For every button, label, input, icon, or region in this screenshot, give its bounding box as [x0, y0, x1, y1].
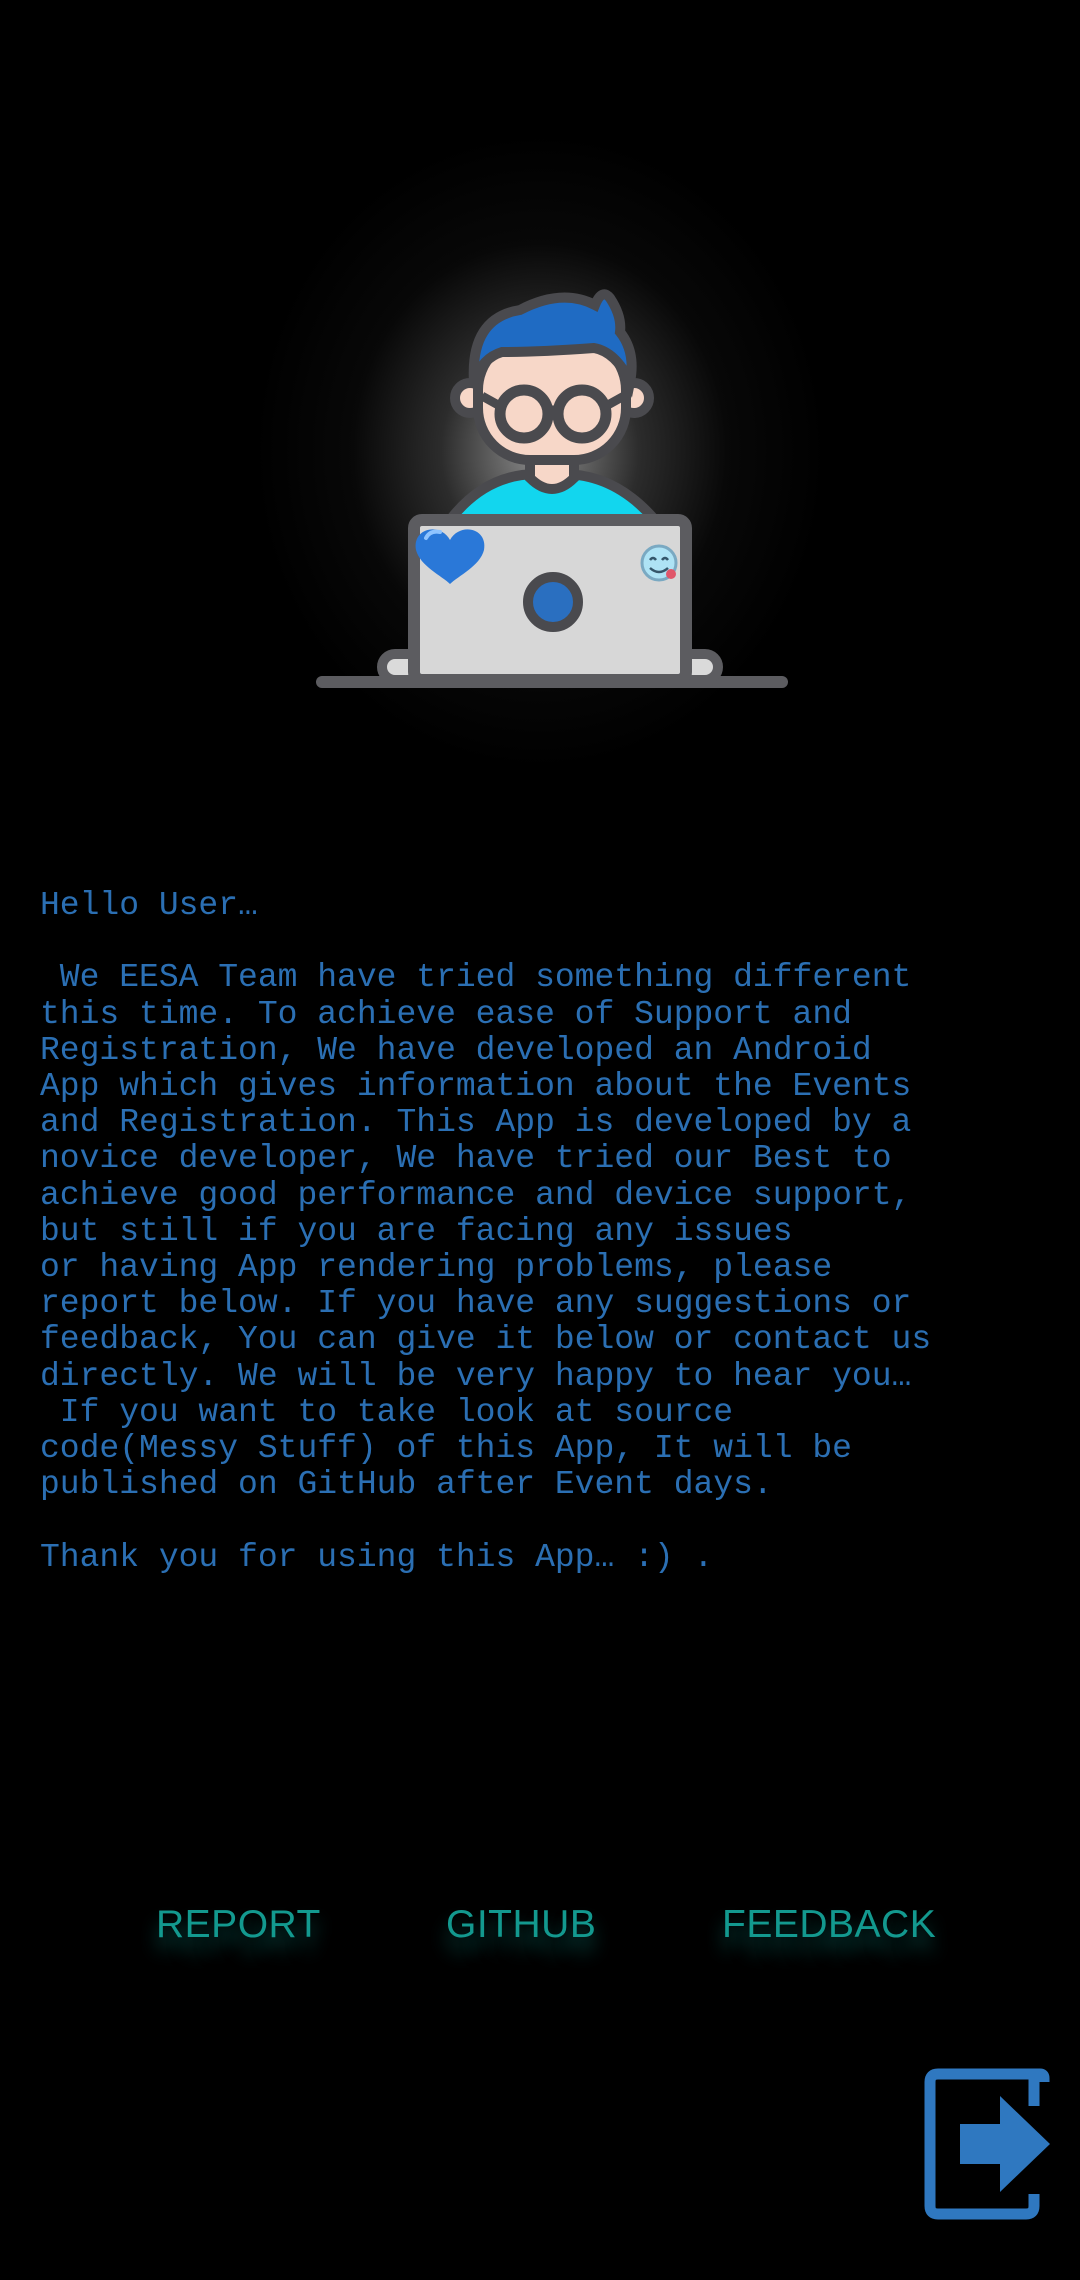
feedback-button[interactable]: FEEDBACK: [722, 1895, 936, 1955]
about-message: Hello User… We EESA Team have tried some…: [40, 887, 932, 1576]
exit-button[interactable]: [924, 2068, 1054, 2220]
github-button[interactable]: GITHUB: [446, 1895, 596, 1955]
exit-door-arrow-icon: [924, 2068, 1050, 2220]
developer-illustration: [190, 120, 890, 840]
report-button[interactable]: REPORT: [156, 1895, 321, 1955]
developer-at-laptop-icon: [316, 289, 788, 688]
action-bar: REPORT GITHUB FEEDBACK: [0, 1895, 1080, 1955]
